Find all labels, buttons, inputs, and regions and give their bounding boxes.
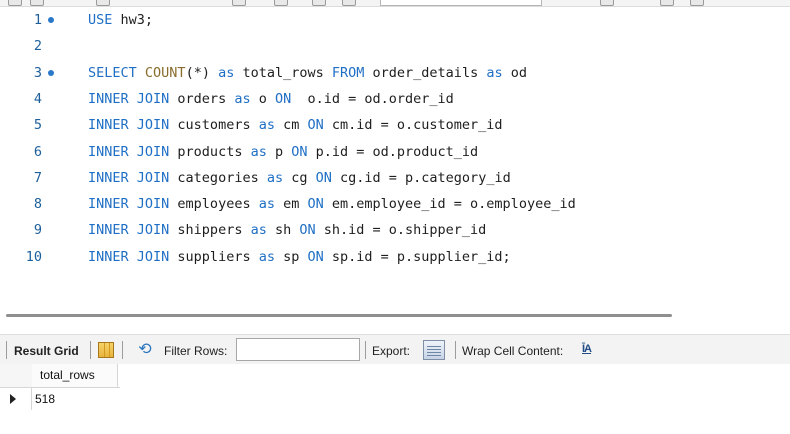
export-icon[interactable] <box>423 340 445 360</box>
filter-rows-label: Filter Rows: <box>164 344 228 358</box>
export-label: Export: <box>372 344 411 358</box>
result-grid: total_rows 518 <box>0 364 790 434</box>
editor-line[interactable]: 9 INNER JOIN shippers as sh ON sh.id = o.… <box>0 220 790 240</box>
editor-line[interactable]: 7 INNER JOIN categories as cg ON cg.id = … <box>0 168 790 188</box>
editor-toolbar <box>0 0 790 7</box>
toolbar-separator <box>455 341 456 359</box>
toolbar-search-input[interactable] <box>380 0 542 6</box>
toolbar-icon[interactable] <box>30 0 44 6</box>
table-row[interactable]: 518 <box>0 388 120 410</box>
toolbar-icon[interactable] <box>8 0 22 6</box>
toolbar-separator <box>122 341 123 359</box>
grid-corner <box>0 364 33 387</box>
line-number: 9 <box>33 222 42 239</box>
editor-line[interactable]: 8 INNER JOIN employees as em ON em.employ… <box>0 194 790 214</box>
result-grid-tab[interactable]: Result Grid <box>14 344 79 358</box>
sql-editor[interactable]: 1 USE hw3; 2 3 SELECT COUNT(*) as total_rows… <box>0 7 790 307</box>
line-number: 2 <box>33 38 42 55</box>
line-number: 8 <box>33 196 42 213</box>
line-number: 7 <box>33 169 42 186</box>
grid-header-row: total_rows <box>0 364 120 388</box>
line-number: 6 <box>33 143 42 160</box>
editor-line[interactable]: 4 INNER JOIN orders as o ON o.id = od.ord… <box>0 89 790 109</box>
editor-line[interactable]: 10 INNER JOIN suppliers as sp ON sp.id = … <box>0 247 790 267</box>
refresh-icon[interactable]: ⟲ <box>136 341 154 359</box>
wrap-cell-icon[interactable]: ĪA <box>582 343 592 355</box>
toolbar-separator <box>6 341 7 359</box>
statement-marker-icon <box>48 17 54 23</box>
column-header-total-rows[interactable]: total_rows <box>32 364 118 387</box>
line-number: 10 <box>25 248 42 265</box>
statement-marker-icon <box>48 69 54 76</box>
result-toolbar: Result Grid ⟲ Filter Rows: Export: Wrap … <box>0 334 790 365</box>
table-cell[interactable]: 518 <box>35 388 55 410</box>
code-text: INNER JOIN products as p ON p.id = od.pr… <box>88 143 479 160</box>
toolbar-icon[interactable] <box>690 0 704 6</box>
toolbar-separator <box>90 341 91 359</box>
code-text: INNER JOIN categories as cg ON cg.id = p… <box>88 169 511 186</box>
editor-line[interactable]: 5 INNER JOIN customers as cm ON cm.id = o… <box>0 115 790 135</box>
toolbar-icon[interactable] <box>96 0 110 6</box>
editor-line[interactable]: 1 USE hw3; <box>0 10 790 30</box>
toolbar-icon[interactable] <box>312 0 326 6</box>
filter-rows-input[interactable] <box>236 338 360 361</box>
code-text: INNER JOIN suppliers as sp ON sp.id = p.… <box>88 248 511 265</box>
line-number: 3 <box>33 64 42 81</box>
toolbar-icon[interactable] <box>232 0 246 6</box>
code-text: INNER JOIN shippers as sh ON sh.id = o.s… <box>88 222 487 239</box>
code-text: INNER JOIN customers as cm ON cm.id = o.… <box>88 117 503 134</box>
line-number: 4 <box>33 90 42 107</box>
horizontal-scrollbar[interactable] <box>6 314 672 317</box>
code-text: SELECT COUNT(*) as total_rows FROM order… <box>88 64 527 81</box>
toolbar-icon[interactable] <box>600 0 614 6</box>
code-text: USE hw3; <box>88 12 154 28</box>
toolbar-icon[interactable] <box>660 0 674 6</box>
grid-view-icon[interactable] <box>98 342 114 358</box>
toolbar-icon[interactable] <box>342 0 356 6</box>
toolbar-icon[interactable] <box>274 0 288 6</box>
editor-line[interactable]: 2 <box>0 36 790 56</box>
editor-line[interactable]: 6 INNER JOIN products as p ON p.id = od.p… <box>0 142 790 162</box>
line-number: 1 <box>33 12 42 28</box>
toolbar-separator <box>365 341 366 359</box>
editor-line[interactable]: 3 SELECT COUNT(*) as total_rows FROM orde… <box>0 63 790 83</box>
wrap-cell-content-label: Wrap Cell Content: <box>462 344 564 358</box>
row-pointer-icon <box>0 388 32 410</box>
code-text: INNER JOIN employees as em ON em.employe… <box>88 196 576 213</box>
code-text: INNER JOIN orders as o ON o.id = od.orde… <box>88 90 454 107</box>
line-number: 5 <box>33 117 42 134</box>
